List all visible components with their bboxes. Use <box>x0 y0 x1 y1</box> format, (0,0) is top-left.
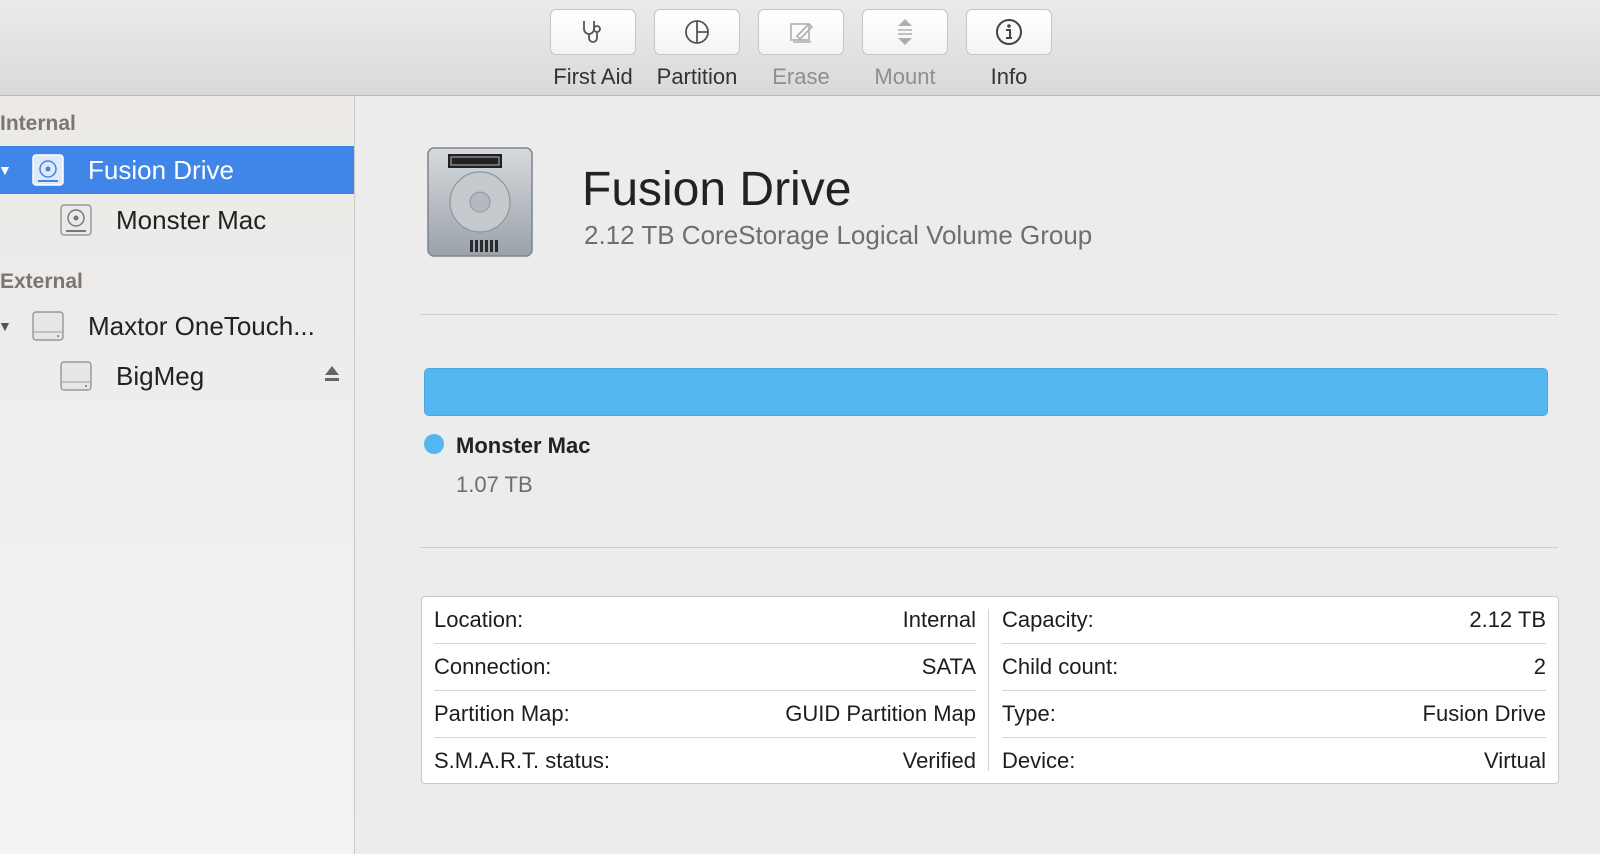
pie-chart-icon <box>685 20 709 44</box>
info-label: Location: <box>434 607 524 632</box>
info-label: Connection: <box>434 654 552 679</box>
info-column-left: Location: Internal Connection: SATA Part… <box>434 597 976 783</box>
info-icon <box>996 19 1022 45</box>
stethoscope-icon <box>583 21 601 43</box>
drive-subtitle: 2.12 TB CoreStorage Logical Volume Group <box>584 220 1093 250</box>
info-label: Child count: <box>1002 654 1119 679</box>
info-value: Virtual <box>1484 748 1546 773</box>
info-value: SATA <box>921 654 976 679</box>
fusion-drive-icon <box>32 154 64 186</box>
disclosure-triangle-icon[interactable]: ▼ <box>0 318 12 334</box>
info-value: Verified <box>902 748 976 773</box>
sidebar: Internal ▼ Fusion Drive Monster Mac Exte… <box>0 96 355 854</box>
erase-button[interactable]: Erase <box>758 9 844 90</box>
mount-label: Mount <box>874 64 936 89</box>
info-label: Partition Map: <box>434 701 570 726</box>
sidebar-item-monster-mac[interactable]: Monster Mac <box>0 196 354 244</box>
sidebar-item-label: BigMeg <box>116 360 205 391</box>
info-button[interactable]: Info <box>966 9 1052 90</box>
info-value: Fusion Drive <box>1422 701 1546 726</box>
info-label: S.M.A.R.T. status: <box>434 748 611 773</box>
volume-name: Monster Mac <box>456 433 591 458</box>
drive-title: Fusion Drive <box>582 163 852 216</box>
sidebar-item-label: Monster Mac <box>116 204 267 235</box>
first-aid-label: First Aid <box>553 64 633 89</box>
toolbar: First Aid Partition Erase Mount Info <box>0 0 1600 96</box>
info-column-divider <box>988 609 989 771</box>
divider <box>420 547 1558 548</box>
hard-drive-icon <box>427 147 533 257</box>
erase-label: Erase <box>772 64 830 89</box>
info-row-partition-map: Partition Map: GUID Partition Map <box>434 691 976 738</box>
info-table: Location: Internal Connection: SATA Part… <box>421 596 1559 784</box>
partition-label: Partition <box>656 64 738 89</box>
main-panel: Fusion Drive 2.12 TB CoreStorage Logical… <box>356 96 1600 854</box>
sidebar-item-maxtor[interactable]: ▼ Maxtor OneTouch... <box>0 302 354 350</box>
usage-bar <box>424 368 1548 416</box>
section-internal: Internal <box>0 112 76 135</box>
info-row-smart-status: S.M.A.R.T. status: Verified <box>434 738 976 784</box>
sidebar-item-fusion-drive[interactable]: ▼ Fusion Drive <box>0 146 354 194</box>
info-label: Type: <box>1002 701 1056 726</box>
volume-size: 1.07 TB <box>456 472 533 497</box>
erase-pencil-icon <box>790 22 814 43</box>
info-row-connection: Connection: SATA <box>434 644 976 691</box>
section-external: External <box>0 270 83 293</box>
info-label: Device: <box>1002 748 1076 773</box>
info-row-type: Type: Fusion Drive <box>1002 691 1546 738</box>
divider <box>420 314 1558 315</box>
sidebar-item-label: Maxtor OneTouch... <box>88 310 315 341</box>
mount-arrows-icon <box>898 19 912 45</box>
first-aid-button[interactable]: First Aid <box>550 9 636 90</box>
volume-color-dot <box>424 434 444 454</box>
info-value: 2 <box>1533 654 1546 679</box>
info-label: Info <box>990 64 1028 89</box>
info-row-child-count: Child count: 2 <box>1002 644 1546 691</box>
external-drive-icon <box>32 311 64 341</box>
mount-button[interactable]: Mount <box>862 9 948 90</box>
info-row-device: Device: Virtual <box>1002 738 1546 784</box>
info-column-right: Capacity: 2.12 TB Child count: 2 Type: F… <box>1002 597 1546 783</box>
sidebar-item-bigmeg[interactable]: BigMeg <box>0 352 354 400</box>
eject-icon[interactable] <box>324 364 340 384</box>
info-value: GUID Partition Map <box>785 701 976 726</box>
info-row-capacity: Capacity: 2.12 TB <box>1002 597 1546 644</box>
disclosure-triangle-icon[interactable]: ▼ <box>0 162 12 178</box>
info-value: Internal <box>902 607 976 632</box>
info-label: Capacity: <box>1002 607 1094 632</box>
partition-button[interactable]: Partition <box>654 9 740 90</box>
volume-icon <box>60 204 92 236</box>
info-value: 2.12 TB <box>1469 607 1546 632</box>
sidebar-item-label: Fusion Drive <box>88 154 234 185</box>
external-volume-icon <box>60 361 92 391</box>
info-row-location: Location: Internal <box>434 597 976 644</box>
